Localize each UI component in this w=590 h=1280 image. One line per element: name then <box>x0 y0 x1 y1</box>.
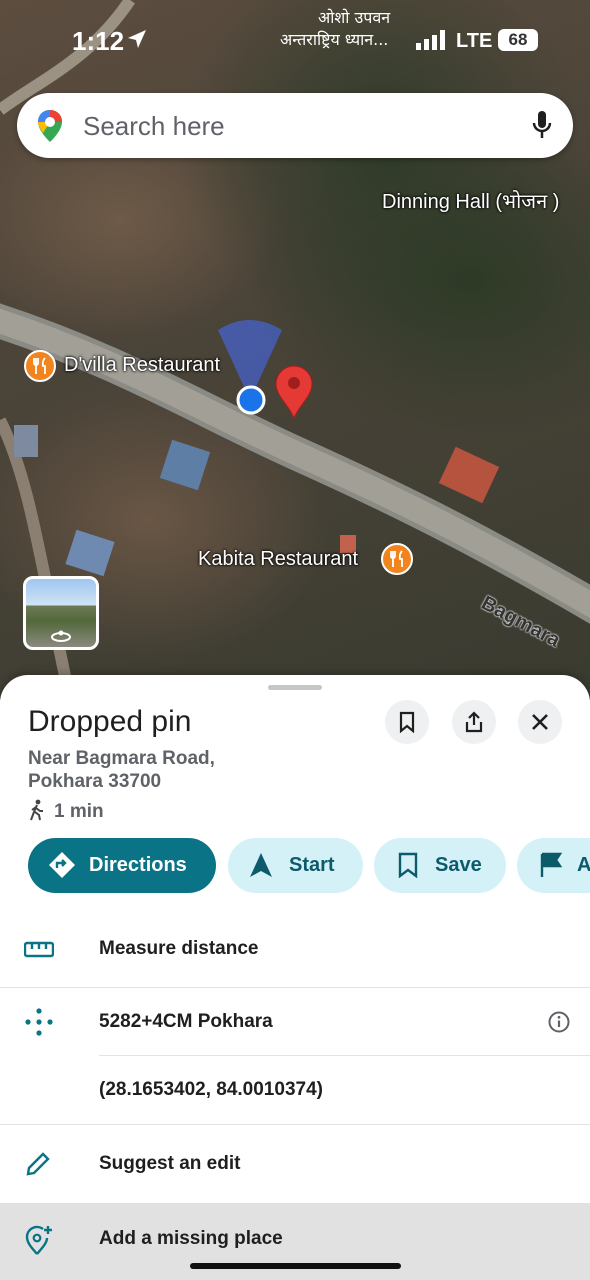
street-view-thumbnail[interactable] <box>23 576 99 650</box>
save-label: Save <box>435 854 482 876</box>
walking-time: 1 min <box>28 799 104 823</box>
building <box>65 529 115 577</box>
start-label: Start <box>289 854 335 876</box>
directions-label: Directions <box>89 854 187 876</box>
status-time: 1:12 <box>72 26 125 56</box>
suggest-edit-row[interactable]: Suggest an edit <box>0 1130 590 1198</box>
status-bar: 1:12 ओशो उपवन अन्तराष्ट्रिय ध्यान... LTE… <box>0 0 590 80</box>
plus-code-icon <box>25 1008 53 1036</box>
ruler-icon <box>24 941 54 958</box>
share-icon <box>465 711 483 733</box>
flag-icon <box>540 852 563 877</box>
location-arrow-icon <box>128 30 146 48</box>
side-road <box>0 417 76 700</box>
walking-time-label: 1 min <box>54 801 104 822</box>
share-button[interactable] <box>452 700 496 744</box>
fork-knife-icon <box>390 550 403 567</box>
add-label-label: A <box>577 854 590 876</box>
street-view-rotate-icon <box>51 630 71 642</box>
coordinates-label: (28.1653402, 84.0010374) <box>99 1079 323 1100</box>
signal-icon <box>416 30 445 50</box>
microphone-icon[interactable] <box>531 110 553 140</box>
address-line-1: Near Bagmara Road, <box>28 748 215 769</box>
search-input[interactable]: Search here <box>83 111 225 142</box>
directions-icon <box>49 852 75 878</box>
my-location-dot <box>236 385 266 415</box>
map-view[interactable]: 1:12 ओशो उपवन अन्तराष्ट्रिय ध्यान... LTE… <box>0 0 590 700</box>
dropped-pin-marker <box>275 365 313 420</box>
map-poi-label-dvilla[interactable]: D'villa Restaurant <box>64 354 220 377</box>
address-line-2: Pokhara 33700 <box>28 771 162 792</box>
plus-code-label: 5282+4CM Pokhara <box>99 1011 273 1032</box>
start-button[interactable]: Start <box>228 838 363 893</box>
measure-distance-label: Measure distance <box>99 938 259 959</box>
pencil-icon <box>26 1152 50 1176</box>
save-button[interactable]: Save <box>374 838 506 893</box>
map-poi-label-osho: ओशो उपवन <box>318 8 391 27</box>
map-poi-label-dinning-hall[interactable]: Dinning Hall (भोजन ) <box>382 187 559 214</box>
search-bar[interactable]: Search here <box>17 93 573 158</box>
building <box>438 446 500 504</box>
battery-indicator: 68 <box>498 29 538 51</box>
place-address: Near Bagmara Road, Pokhara 33700 <box>28 747 215 793</box>
restaurant-marker-dvilla[interactable] <box>24 350 56 382</box>
close-icon <box>532 714 548 730</box>
close-button[interactable] <box>518 700 562 744</box>
add-place-icon <box>25 1225 52 1255</box>
navigation-arrow-icon <box>250 853 272 877</box>
walking-person-icon <box>30 799 43 821</box>
sheet-drag-handle[interactable] <box>268 685 322 690</box>
coordinates-row[interactable]: (28.1653402, 84.0010374) <box>0 1056 590 1124</box>
map-poi-label-kabita[interactable]: Kabita Restaurant <box>198 548 358 571</box>
divider <box>0 1124 590 1125</box>
suggest-edit-label: Suggest an edit <box>99 1153 241 1174</box>
bookmark-icon <box>399 711 415 733</box>
building <box>159 439 211 491</box>
place-title: Dropped pin <box>28 705 192 738</box>
restaurant-marker-kabita[interactable] <box>381 543 413 575</box>
bookmark-button[interactable] <box>385 700 429 744</box>
add-missing-place-label: Add a missing place <box>99 1228 283 1249</box>
google-maps-pin-icon <box>38 110 62 142</box>
home-indicator[interactable] <box>190 1263 401 1269</box>
plus-code-row[interactable]: 5282+4CM Pokhara <box>0 988 590 1056</box>
info-icon[interactable] <box>548 1011 570 1033</box>
directions-button[interactable]: Directions <box>28 838 216 893</box>
bookmark-icon <box>398 852 418 878</box>
network-type: LTE <box>456 30 493 52</box>
add-label-button[interactable]: A <box>517 838 590 893</box>
place-sheet: Dropped pin Near Bagmara Road, Pokhara 3… <box>0 675 590 1280</box>
map-poi-label-osho-2: अन्तराष्ट्रिय ध्यान... <box>280 30 389 49</box>
fork-knife-icon <box>33 357 46 374</box>
building <box>14 425 38 457</box>
measure-distance-row[interactable]: Measure distance <box>0 915 590 983</box>
